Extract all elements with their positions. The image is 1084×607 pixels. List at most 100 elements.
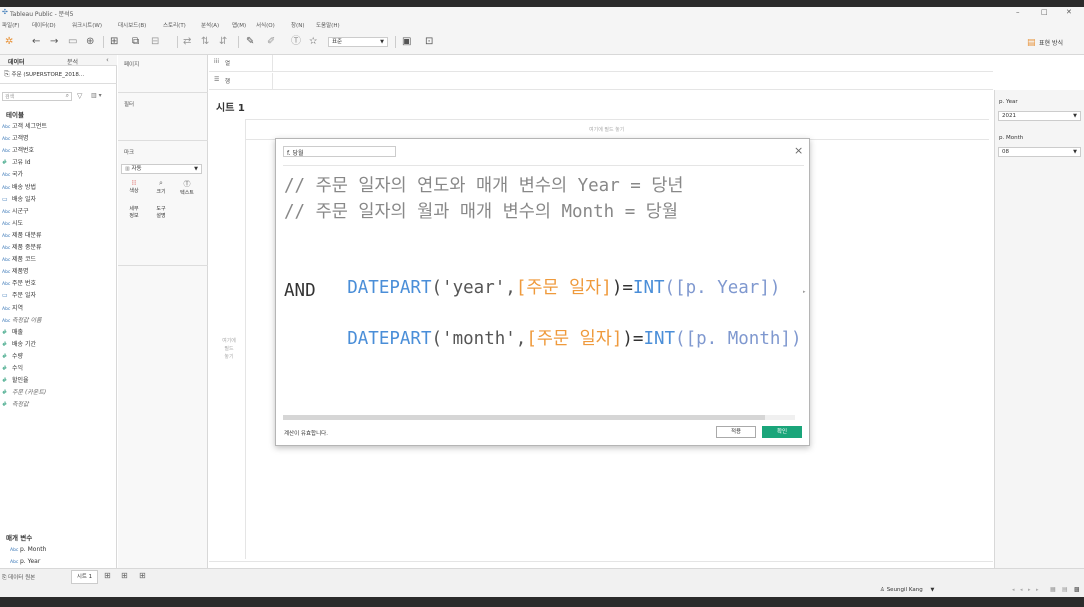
param-year-select[interactable]: 2021 ▼ (998, 111, 1081, 121)
ok-button[interactable]: 확인 (762, 426, 802, 438)
apply-button[interactable]: 적용 (716, 426, 756, 438)
field-item[interactable]: Abc 고객번호 (2, 146, 34, 156)
group-icon[interactable]: ✐ (267, 36, 275, 48)
nav-last-icon[interactable]: ▸ (1036, 587, 1039, 593)
columns-shelf[interactable]: iii 열 (209, 55, 993, 72)
close-window-button[interactable]: ✕ (1066, 8, 1072, 16)
label-icon[interactable]: Ⓣ (291, 36, 301, 48)
menu-worksheet[interactable]: 워크시트(W) (72, 21, 102, 29)
tab-sheet-1[interactable]: 시트 1 (71, 570, 98, 584)
tab-data[interactable]: 데이터 (8, 57, 25, 66)
mark-type-select[interactable]: ▥ 자동 ▼ (121, 164, 202, 174)
field-item[interactable]: ▭ 배송 일자 (2, 195, 36, 205)
field-item[interactable]: Abc 제품명 (2, 267, 29, 277)
clear-sheet-icon[interactable]: ⊟ (151, 36, 159, 48)
menu-story[interactable]: 스토리(T) (163, 21, 186, 29)
user-menu[interactable]: ♙ Seungil Kang ▼ (880, 587, 934, 593)
datasource-row[interactable]: ⎘ 주문 (SUPERSTORE_2018... (4, 70, 84, 79)
rows-shelf[interactable]: ☰ 행 (209, 73, 993, 90)
nav-prev-icon[interactable]: ◂ (1020, 587, 1023, 593)
menu-help[interactable]: 도움말(H) (316, 21, 340, 29)
field-item[interactable]: # 수익 (2, 364, 23, 374)
param-item-p-year[interactable]: Abc p. Year (10, 557, 40, 567)
duplicate-sheet-icon[interactable]: ⧉ (132, 36, 139, 48)
field-item[interactable]: Abc 측정값 이름 (2, 316, 42, 326)
formula-editor[interactable]: // 주문 일자의 연도와 매개 변수의 Year = 당년 // 주문 일자의… (276, 169, 811, 409)
drop-field-left[interactable]: 여기에 필드 놓기 (217, 337, 241, 361)
field-item[interactable]: Abc 지역 (2, 304, 23, 314)
view-options-icon[interactable]: ▥ ▾ (91, 92, 102, 99)
field-item[interactable]: Abc 고객명 (2, 134, 29, 144)
save-icon[interactable]: ▭ (68, 36, 77, 48)
nav-first-icon[interactable]: ◂ (1012, 587, 1015, 593)
string-type-icon: Abc (2, 282, 11, 288)
maximize-button[interactable]: □ (1041, 8, 1048, 16)
menu-window[interactable]: 창(N) (291, 21, 304, 29)
menu-map[interactable]: 맵(M) (232, 21, 246, 29)
size-mark-button[interactable]: ⌕ 크기 (151, 179, 171, 201)
pin-icon[interactable]: ✫ (309, 36, 317, 48)
sort-asc-icon[interactable]: ⇅ (201, 36, 209, 48)
calc-name-input[interactable]: f. 당월 (283, 146, 396, 157)
field-item[interactable]: Abc 제품 대분류 (2, 231, 42, 241)
field-item[interactable]: Abc 주문 번호 (2, 279, 36, 289)
field-item[interactable]: Abc 국가 (2, 170, 23, 180)
tooltip-mark-button[interactable]: 도구 설명 (151, 206, 171, 226)
search-input[interactable]: 검색 ⌕ (2, 92, 72, 101)
undo-icon[interactable]: ← (32, 36, 40, 48)
expand-arrow-icon[interactable]: ▸ (803, 289, 806, 295)
tab-datasource[interactable]: ⎘ 데이터 원본 (2, 573, 35, 582)
param-month-select[interactable]: 08 ▼ (998, 147, 1081, 157)
minimize-button[interactable]: – (1016, 8, 1020, 16)
menu-analysis[interactable]: 분석(A) (201, 21, 219, 29)
new-dashboard-icon[interactable]: ⊞ (121, 571, 128, 580)
collapse-icon[interactable]: ‹ (106, 56, 109, 64)
field-item[interactable]: # 측정값 (2, 400, 29, 410)
nav-next-icon[interactable]: ▸ (1028, 587, 1031, 593)
field-item[interactable]: Abc 배송 방법 (2, 183, 36, 193)
new-worksheet-icon[interactable]: ⊞ (104, 571, 111, 580)
filter-icon[interactable]: ▽ (77, 92, 82, 100)
field-item[interactable]: Abc 시도 (2, 219, 23, 229)
field-item[interactable]: Abc 고객 세그먼트 (2, 122, 47, 132)
field-item[interactable]: # 할인율 (2, 376, 29, 386)
redo-icon[interactable]: → (50, 36, 58, 48)
add-datasource-icon[interactable]: ⊕ (86, 36, 94, 48)
detail-mark-button[interactable]: 세부 정보 (124, 206, 144, 226)
list-view-icon[interactable]: ▤ (1062, 586, 1068, 593)
presentation-icon[interactable]: ⊡ (425, 36, 433, 48)
menu-file[interactable]: 파일(F) (2, 21, 20, 29)
color-mark-button[interactable]: ⁞⁞ 색상 (124, 179, 144, 201)
sort-desc-icon[interactable]: ⇵ (219, 36, 227, 48)
menu-data[interactable]: 데이터(D) (32, 21, 56, 29)
field-item[interactable]: # 주문 (카운트) (2, 388, 46, 398)
show-me-icon[interactable]: ▤ (1027, 37, 1036, 49)
fit-view-icon[interactable]: ▣ (402, 36, 411, 48)
field-item[interactable]: Abc 시군구 (2, 207, 29, 217)
label-mark-button[interactable]: Ⓣ 텍스트 (176, 179, 198, 201)
field-item[interactable]: Abc 제품 중분류 (2, 243, 42, 253)
field-item[interactable]: Abc 제품 코드 (2, 255, 36, 265)
new-sheet-icon[interactable]: ⊞ (110, 36, 118, 48)
close-icon[interactable]: × (794, 144, 803, 157)
menu-dashboard[interactable]: 대시보드(B) (118, 21, 146, 29)
menu-format[interactable]: 서식(O) (256, 21, 275, 29)
show-me-label[interactable]: 표현 방식 (1039, 38, 1063, 47)
tableau-start-icon[interactable]: ✲ (5, 36, 13, 48)
field-item[interactable]: # 고유 Id (2, 158, 31, 168)
filmstrip-view-icon[interactable]: ▩ (1074, 586, 1080, 593)
field-item[interactable]: ▭ 주문 일자 (2, 291, 36, 301)
horizontal-scrollbar[interactable] (283, 415, 795, 420)
field-item[interactable]: # 수량 (2, 352, 23, 362)
drop-field-top[interactable]: 여기에 필드 놓기 (589, 126, 624, 133)
font-size-select[interactable]: 표준 ▼ (328, 37, 388, 47)
scrollbar-thumb[interactable] (283, 415, 765, 420)
field-item[interactable]: # 매출 (2, 328, 23, 338)
tab-analysis[interactable]: 분석 (67, 57, 78, 66)
swap-icon[interactable]: ⇄ (183, 36, 191, 48)
grid-view-icon[interactable]: ▦ (1050, 586, 1056, 593)
new-story-icon[interactable]: ⊞ (139, 571, 146, 580)
param-item-p-month[interactable]: Abc p. Month (10, 545, 46, 555)
field-item[interactable]: # 배송 기간 (2, 340, 36, 350)
highlight-icon[interactable]: ✎ (246, 36, 254, 48)
